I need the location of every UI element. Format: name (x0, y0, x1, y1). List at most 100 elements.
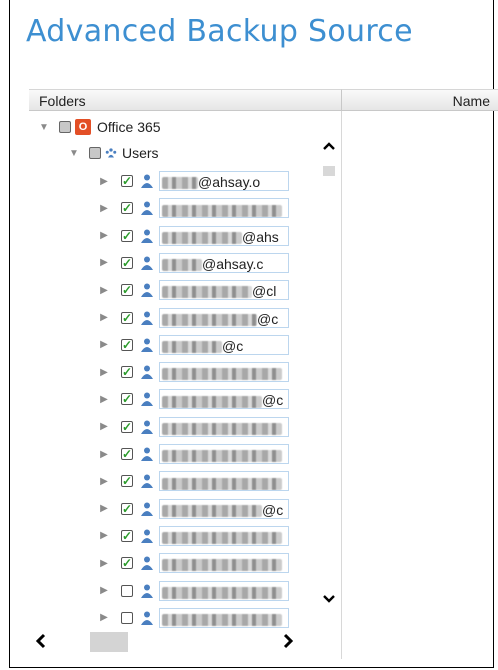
triangle-down-icon[interactable]: ▼ (69, 148, 79, 159)
chevron-down-icon[interactable] (323, 595, 335, 603)
user-checkbox[interactable]: ✓ (121, 557, 133, 570)
horizontal-scrollbar[interactable] (30, 628, 330, 656)
user-checkbox[interactable]: ✓ (121, 256, 133, 269)
user-checkbox[interactable] (121, 611, 133, 624)
tree-item-user[interactable]: ▶ ✓ @c (99, 387, 289, 411)
tree-item-user[interactable]: ▶ ✓ (99, 360, 289, 384)
user-icon (141, 502, 153, 516)
user-checkbox[interactable]: ✓ (121, 284, 133, 297)
redacted-text (162, 286, 252, 299)
user-label: @c (159, 498, 289, 519)
tree-item-users[interactable]: ▼ Users (69, 141, 159, 165)
office365-checkbox[interactable] (59, 121, 71, 133)
redacted-text (162, 313, 257, 326)
tree-item-user[interactable]: ▶ ✓ (99, 524, 289, 548)
triangle-right-icon[interactable]: ▶ (99, 394, 109, 405)
tree-item-user[interactable]: ▶ ✓ @ahs (99, 224, 289, 248)
tree-item-user[interactable]: ▶ ✓ (99, 442, 289, 466)
user-label: @c (159, 307, 289, 328)
triangle-right-icon[interactable]: ▶ (99, 476, 109, 487)
vertical-scroll-thumb[interactable] (323, 166, 335, 176)
user-checkbox[interactable]: ✓ (121, 420, 133, 433)
user-checkbox[interactable] (121, 584, 133, 597)
tree-item-label: Users (122, 145, 159, 161)
tree-item-office365[interactable]: ▼ O Office 365 (39, 115, 161, 139)
redacted-text (162, 504, 262, 517)
user-label (159, 471, 289, 492)
user-icon (141, 256, 153, 270)
redacted-text (162, 614, 282, 627)
triangle-right-icon[interactable]: ▶ (99, 176, 109, 187)
user-checkbox[interactable]: ✓ (121, 448, 133, 460)
triangle-right-icon[interactable]: ▶ (99, 203, 109, 214)
tree-item-user[interactable]: ▶ ✓ @cl (99, 278, 289, 302)
user-email-fragment: @ahs (242, 228, 279, 245)
redacted-text (162, 204, 282, 217)
tree-item-user[interactable]: ▶ (99, 606, 289, 630)
tree-item-label: Office 365 (97, 119, 161, 135)
user-label: @c (159, 334, 289, 355)
triangle-right-icon[interactable]: ▶ (99, 257, 109, 268)
tree-item-user[interactable]: ▶ ✓ (99, 469, 289, 493)
user-icon (141, 338, 153, 352)
user-label: @ahsay.c (159, 252, 289, 273)
vertical-scrollbar[interactable] (318, 140, 340, 610)
triangle-right-icon[interactable]: ▶ (99, 558, 109, 569)
triangle-right-icon[interactable]: ▶ (99, 585, 109, 596)
user-icon (141, 420, 153, 434)
tree-item-user[interactable]: ▶ ✓ @c (99, 497, 289, 521)
users-checkbox[interactable] (89, 147, 101, 159)
tree-item-user[interactable]: ▶ ✓ @c (99, 306, 289, 330)
tree-item-user[interactable]: ▶ ✓ @c (99, 333, 289, 357)
user-checkbox[interactable]: ✓ (121, 366, 133, 379)
redacted-text (162, 395, 262, 408)
tree-item-user[interactable]: ▶ ✓ @ahsay.o (99, 169, 289, 193)
user-label (159, 362, 289, 383)
triangle-right-icon[interactable]: ▶ (99, 503, 109, 514)
tree-item-user[interactable]: ▶ ✓ (99, 196, 289, 220)
triangle-right-icon[interactable]: ▶ (99, 449, 109, 460)
tree-item-user[interactable]: ▶ (99, 579, 289, 603)
user-icon (141, 529, 153, 543)
user-checkbox[interactable]: ✓ (121, 338, 133, 351)
user-checkbox[interactable]: ✓ (121, 175, 133, 187)
user-label (159, 553, 289, 574)
user-checkbox[interactable]: ✓ (121, 475, 133, 488)
triangle-right-icon[interactable]: ▶ (99, 612, 109, 623)
chevron-left-icon[interactable] (35, 633, 46, 649)
triangle-right-icon[interactable]: ▶ (99, 339, 109, 350)
redacted-text (162, 231, 242, 244)
chevron-up-icon[interactable] (323, 142, 335, 150)
triangle-right-icon[interactable]: ▶ (99, 285, 109, 296)
user-icon (141, 447, 153, 461)
triangle-right-icon[interactable]: ▶ (99, 421, 109, 432)
chevron-right-icon[interactable] (283, 633, 294, 649)
triangle-down-icon[interactable]: ▼ (39, 122, 49, 133)
tree-item-user[interactable]: ▶ ✓ @ahsay.c (99, 251, 289, 275)
horizontal-scroll-thumb[interactable] (90, 632, 128, 652)
user-email-fragment: @ahsay.c (202, 255, 264, 272)
user-label: @cl (159, 280, 289, 301)
user-checkbox[interactable]: ✓ (121, 202, 133, 215)
user-icon (141, 229, 153, 243)
triangle-right-icon[interactable]: ▶ (99, 530, 109, 541)
user-email-fragment: @c (257, 310, 279, 327)
tree-item-user[interactable]: ▶ ✓ (99, 551, 289, 575)
user-label (159, 444, 289, 464)
triangle-right-icon[interactable]: ▶ (99, 230, 109, 241)
tree-item-user[interactable]: ▶ ✓ (99, 415, 289, 439)
user-checkbox[interactable]: ✓ (121, 502, 133, 515)
triangle-right-icon[interactable]: ▶ (99, 312, 109, 323)
triangle-right-icon[interactable]: ▶ (99, 367, 109, 378)
user-checkbox[interactable]: ✓ (121, 393, 133, 406)
user-icon (141, 201, 153, 216)
redacted-text (162, 586, 282, 599)
page-title: Advanced Backup Source (26, 14, 413, 49)
redacted-text (162, 559, 282, 572)
folders-column-header[interactable]: Folders (29, 89, 342, 111)
user-checkbox[interactable]: ✓ (121, 229, 133, 242)
user-checkbox[interactable]: ✓ (121, 311, 133, 324)
user-checkbox[interactable]: ✓ (121, 529, 133, 542)
name-column-header[interactable]: Name (342, 89, 498, 111)
name-pane (342, 111, 488, 659)
